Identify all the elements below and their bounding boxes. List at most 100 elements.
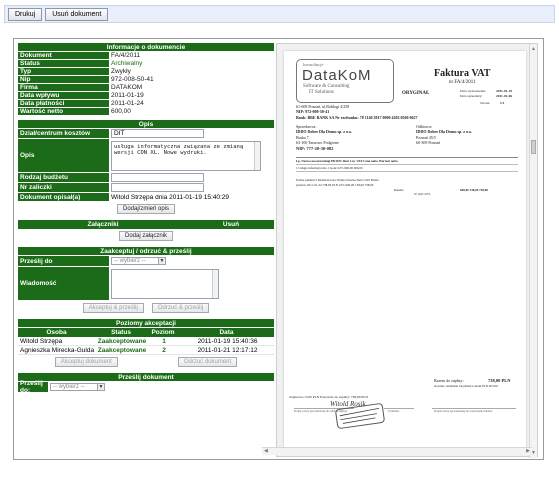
- logo-sub2: IT Solutions: [309, 90, 334, 95]
- scroll-up-icon[interactable]: ▲: [531, 46, 536, 52]
- forward-to-value: -- wybierz --: [114, 258, 146, 264]
- info-row-value: Zwykły: [109, 68, 274, 75]
- cost-center-input[interactable]: DIT: [111, 129, 204, 138]
- sig-mid-label: Tytuł/data: [388, 410, 400, 413]
- sig-line-right: [432, 408, 516, 409]
- chevron-down-icon: ▼: [158, 258, 165, 264]
- pdf-viewer[interactable]: konsultacje DataKoM Software & Consultin…: [276, 43, 538, 458]
- described-by-label: Dokument opisał(a): [18, 193, 109, 201]
- message-scrollbar[interactable]: [212, 269, 218, 298]
- attachments-delete-col-label: Usuń: [222, 221, 240, 228]
- document-frame: Informacje o dokumencie Dokument FA/4/201…: [13, 38, 544, 460]
- sig-line-mid: [384, 408, 414, 409]
- send-to-row: Prześlij do: -- wybierz -- ▼: [18, 380, 274, 394]
- horizontal-scrollbar[interactable]: ◀ ▶: [262, 447, 532, 455]
- description-header: Opis: [18, 120, 274, 129]
- sale-date-label: Data sprzedaży:: [460, 94, 483, 98]
- buyer-addr2: 60-309 Poznań: [416, 140, 441, 145]
- reject-document-button[interactable]: Odrzuć dokument: [177, 357, 238, 367]
- budget-label: Rodzaj budżetu: [18, 173, 109, 182]
- info-row-value: 972-008-50-41: [109, 76, 274, 83]
- scroll-right-icon[interactable]: ▶: [526, 448, 530, 454]
- logo-main-text: DataKoM: [302, 67, 372, 84]
- info-row: Wartość netto 600,00: [18, 108, 274, 116]
- items-table-top: [296, 157, 518, 158]
- seller-nip-line: NIP: 972-008-50-41: [296, 109, 330, 114]
- send-to-select[interactable]: -- wybierz -- ▼: [50, 383, 105, 391]
- row-status: Zaakceptowane: [97, 347, 147, 354]
- accept-forward-button[interactable]: Akceptuj & prześlij: [82, 303, 144, 313]
- info-row-label: Status: [18, 60, 109, 67]
- stamp-scribble-icon: [339, 407, 380, 424]
- row-person: Witold Strzępa: [20, 338, 63, 345]
- add-description-button[interactable]: Dodaj/zmień opis: [116, 204, 176, 214]
- original-label: ORYGINAŁ: [402, 91, 430, 96]
- table-row: Witold Strzępa Zaakceptowane 1 2011-01-1…: [18, 337, 274, 346]
- toolbar: Drukuj Usuń dokument: [4, 5, 555, 23]
- description-label: Opis: [18, 139, 109, 172]
- document-info-section: Informacje o dokumencie Dokument FA/4/201…: [18, 43, 274, 116]
- description-textarea[interactable]: usługa informatyczna związana ze zmianą …: [111, 140, 261, 171]
- sum-row: 600,00 138,00 738,00: [460, 188, 488, 192]
- attachments-section: Załączniki Usuń Dodaj załącznik: [18, 220, 274, 243]
- info-row: Nip 972-008-50-41: [18, 76, 274, 84]
- items-table-sep: [296, 164, 518, 165]
- info-row-label: Firma: [18, 84, 109, 91]
- info-row-value: 600,00: [109, 108, 274, 115]
- page-number: 1/1: [500, 101, 505, 105]
- forward-to-label: Prześlij do: [18, 256, 109, 266]
- row-person: Agnieszka Mirecka-Gulda: [20, 347, 95, 354]
- due-value: 738,00 PLN: [488, 378, 511, 383]
- invoice-title: Faktura VAT: [434, 68, 491, 79]
- budget-row: Rodzaj budżetu: [18, 173, 274, 183]
- cost-center-row: Dział/centrum kosztów DIT: [18, 129, 274, 139]
- scrollbar-thumb[interactable]: [531, 140, 536, 154]
- description-section: Opis Dział/centrum kosztów DIT Opis usłu…: [18, 120, 274, 216]
- message-textarea[interactable]: [111, 268, 219, 299]
- due-label: Razem do zapłaty:: [434, 378, 464, 383]
- invoice-number: nr FA/4/2011: [449, 80, 476, 85]
- info-row-value: 2011-01-24: [109, 100, 274, 107]
- accept-document-button[interactable]: Akceptuj dokument: [54, 357, 118, 367]
- col-level: Poziom: [151, 329, 175, 336]
- info-row: Firma DATAKOM: [18, 84, 274, 92]
- description-scrollbar[interactable]: [254, 141, 260, 170]
- payment-header: Forma płatności Termin Kwota Waluta Staw…: [296, 178, 379, 182]
- budget-input[interactable]: [111, 173, 204, 182]
- attachments-header: Załączniki Usuń: [18, 220, 274, 229]
- chevron-down-icon: ▼: [97, 384, 104, 390]
- attachments-col-label: Załączniki: [87, 221, 119, 228]
- bank-line: Bank: BRE BANK SA Nr rachunku: 78 1140 2…: [296, 115, 418, 120]
- table-row: Agnieszka Mirecka-Gulda Zaakceptowane 2 …: [18, 346, 274, 355]
- forward-header: Zaakceptuj / odrzuć & prześlij: [18, 247, 274, 256]
- sale-date: 2011-01-06: [496, 94, 513, 98]
- print-button[interactable]: Drukuj: [8, 7, 43, 21]
- send-to-value: -- wybierz --: [53, 384, 85, 390]
- vat-row: W tym: 22%: [414, 192, 431, 196]
- info-row-label: Data płatności: [18, 100, 109, 107]
- items-table-row: 1 Usługa informatyczna 1 Godz 22% 600,00…: [296, 166, 363, 170]
- forward-to-row: Prześlij do -- wybierz -- ▼: [18, 256, 274, 267]
- acceptance-levels-header: Poziomy akceptacji: [18, 319, 274, 328]
- items-table-bottom: [296, 171, 518, 172]
- add-attachment-button[interactable]: Dodaj załącznik: [118, 231, 174, 241]
- vertical-scrollbar[interactable]: ▲ ▼: [529, 44, 537, 458]
- issue-date-label: Data wystawienia:: [460, 89, 486, 93]
- send-to-label: Prześlij do:: [18, 380, 48, 394]
- info-row-value: Archiwalny: [109, 60, 274, 67]
- seller-name: IDDO Dobre Dla Domu sp. z o.o.: [296, 129, 353, 134]
- scroll-left-icon[interactable]: ◀: [264, 448, 268, 454]
- info-row: Typ Zwykły: [18, 68, 274, 76]
- page-label: Strona:: [480, 101, 491, 105]
- buyer-name: IDDO Dobre Dla Domu sp. z o.o.: [416, 129, 473, 134]
- delete-document-button[interactable]: Usuń dokument: [45, 7, 109, 21]
- reject-forward-button[interactable]: Odrzuć & prześlij: [151, 303, 210, 313]
- logo-sub1: Software & Consulting: [303, 84, 350, 89]
- advance-input[interactable]: [111, 183, 204, 192]
- advance-row: Nr zaliczki: [18, 183, 274, 193]
- forward-to-select[interactable]: -- wybierz -- ▼: [111, 257, 166, 265]
- info-row: Data płatności 2011-01-24: [18, 100, 274, 108]
- col-date: Data: [219, 329, 234, 336]
- described-by-row: Dokument opisał(a) Witold Strzępa dnia 2…: [18, 193, 274, 202]
- row-level: 1: [162, 338, 166, 345]
